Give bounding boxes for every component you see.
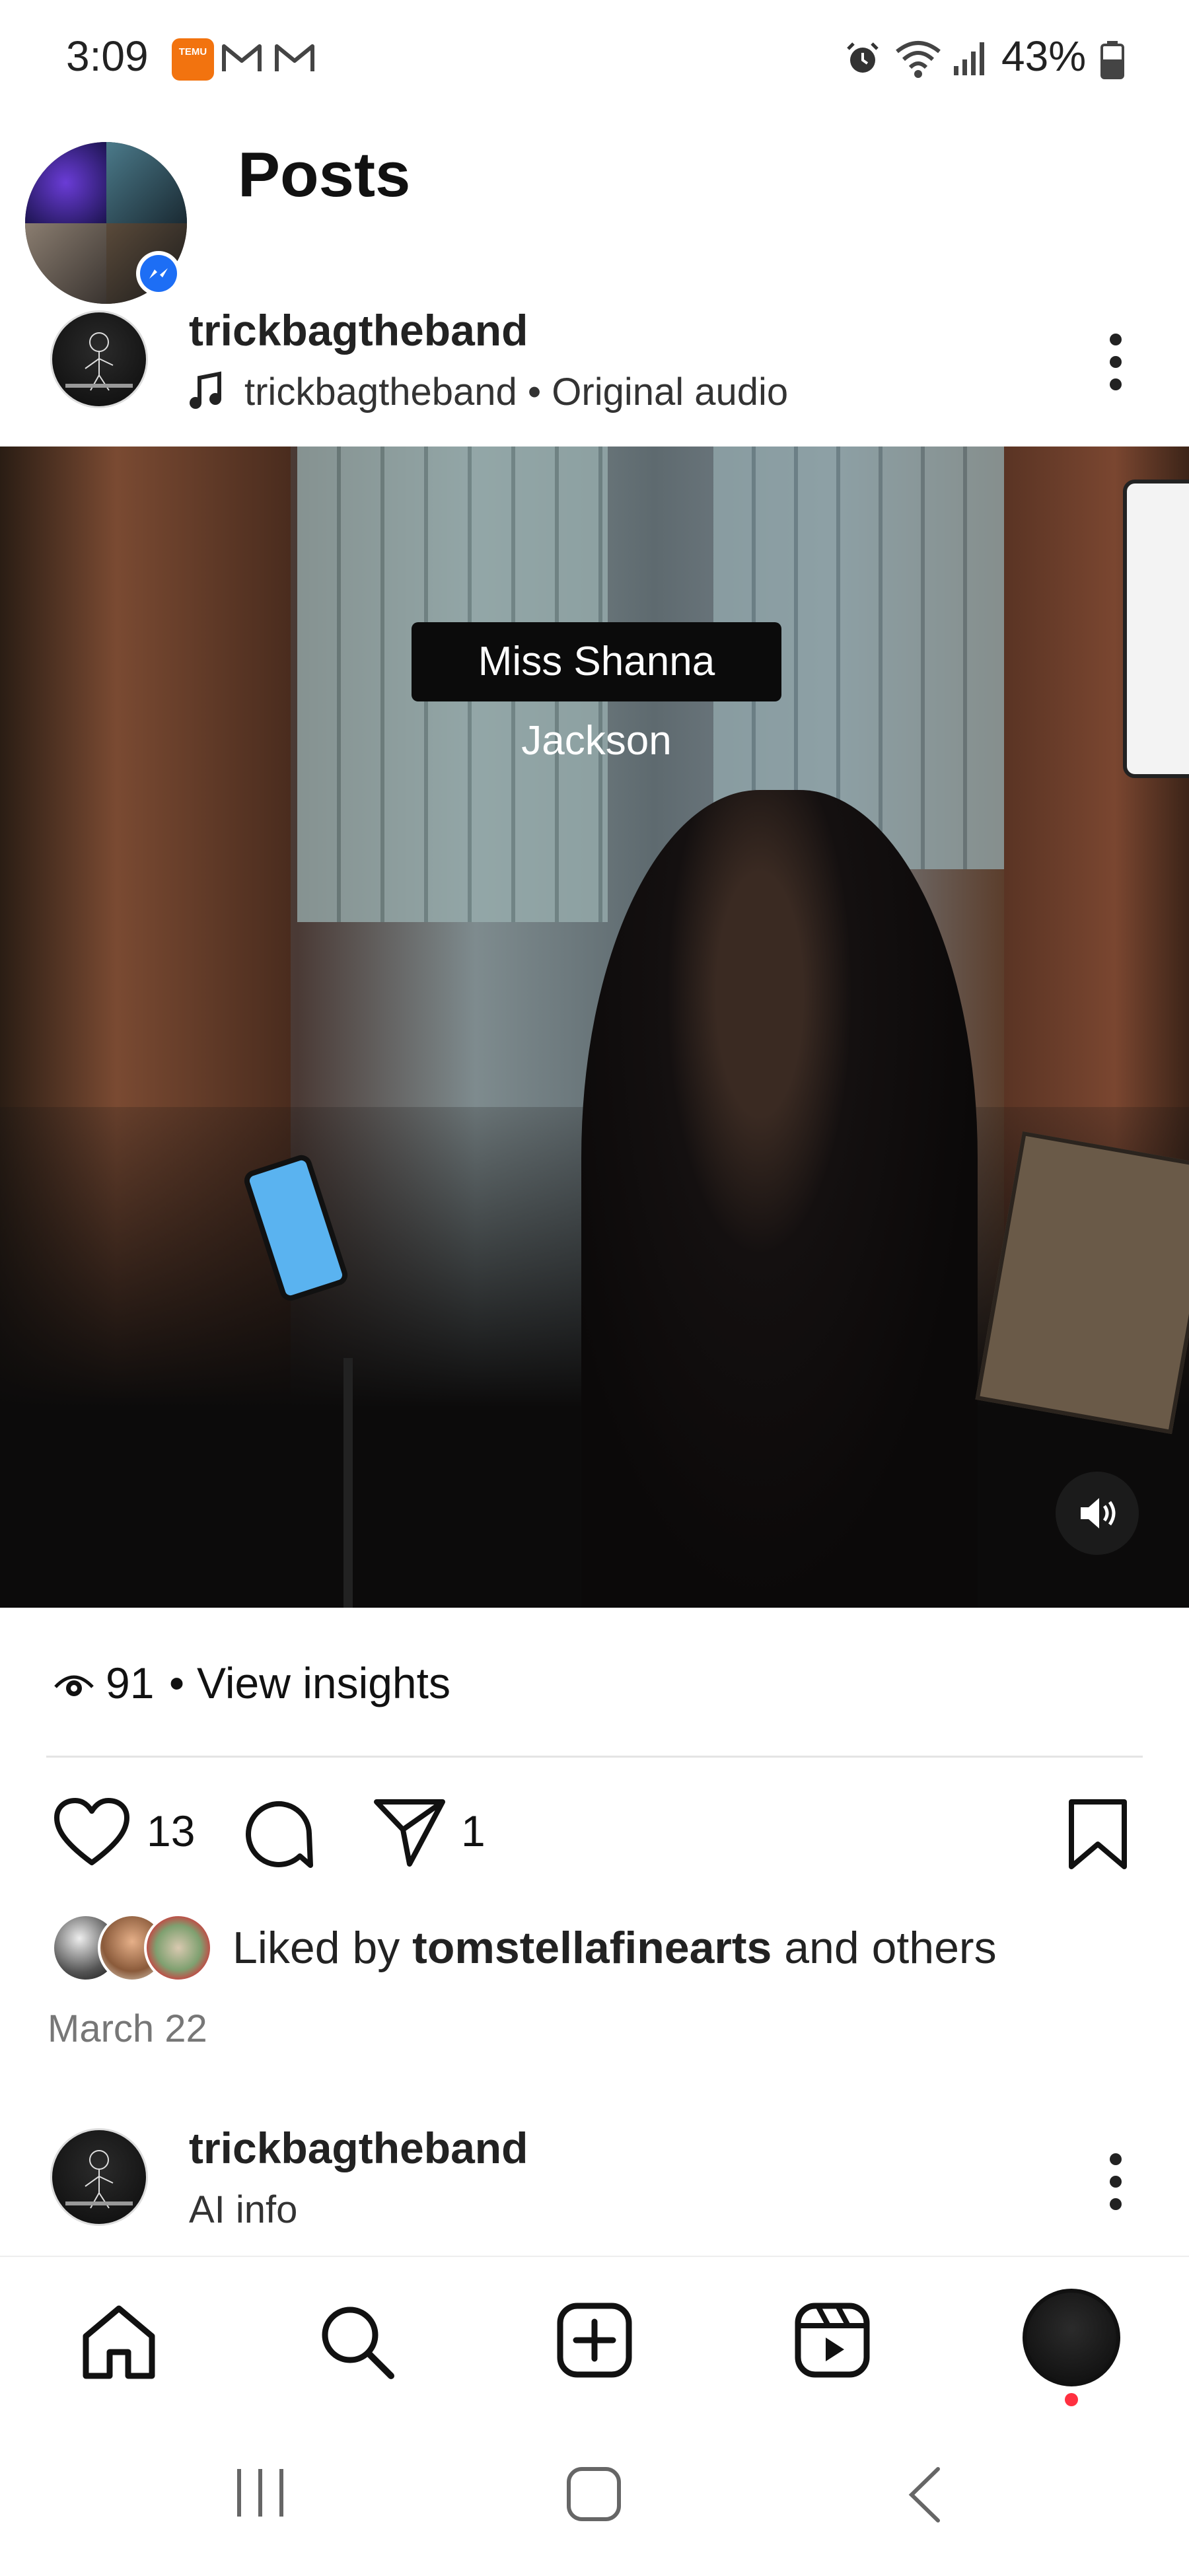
page-title: Posts: [238, 139, 411, 210]
post-username[interactable]: trickbagtheband: [189, 305, 528, 355]
battery-percent: 43%: [1001, 32, 1087, 80]
view-insights-link[interactable]: View insights: [197, 1658, 450, 1708]
wifi-icon: [896, 41, 941, 78]
post-date: March 22: [48, 2007, 207, 2050]
gmail-icon: [222, 44, 262, 71]
liked-by-prefix: Liked by: [233, 1923, 413, 1973]
notification-dot: [1065, 2393, 1078, 2406]
profile-avatar[interactable]: [1023, 2289, 1120, 2386]
shares-count[interactable]: 1: [461, 1806, 486, 1856]
status-bar: 3:09 TEMU 43%: [0, 0, 1189, 112]
liked-by-suffix: and others: [772, 1923, 997, 1973]
gmail-icon: [275, 44, 314, 71]
battery-icon: [1100, 41, 1124, 79]
music-note-icon: [190, 371, 221, 409]
volume-icon: [1081, 1498, 1116, 1528]
reels-icon[interactable]: [794, 2302, 871, 2379]
next-post-username[interactable]: trickbagtheband: [189, 2123, 528, 2173]
comment-icon[interactable]: [239, 1794, 318, 1873]
liked-by-user[interactable]: tomstellafinearts: [412, 1923, 772, 1973]
post-video[interactable]: [0, 447, 1189, 1608]
system-navigation-bar: [0, 2411, 1189, 2576]
post-author-avatar[interactable]: [50, 310, 148, 408]
volume-button[interactable]: [1056, 1472, 1139, 1555]
band-logo-icon: [65, 332, 133, 391]
ai-info-label[interactable]: AI info: [189, 2188, 297, 2232]
eye-icon: [54, 1675, 94, 1696]
liker-avatar: [144, 1914, 213, 1982]
more-options-icon[interactable]: [1110, 334, 1123, 401]
insights-separator: •: [169, 1659, 185, 1707]
home-button-icon[interactable]: [565, 2465, 624, 2524]
video-caption-overlay: Miss Shanna Jackson: [412, 622, 781, 764]
audio-label[interactable]: trickbagtheband • Original audio: [244, 370, 788, 414]
band-logo-icon: [65, 2150, 133, 2209]
status-time: 3:09: [66, 32, 149, 80]
liked-by-text[interactable]: Liked by tomstellafinearts and others: [233, 1922, 997, 1974]
next-post-author-avatar[interactable]: [50, 2128, 148, 2226]
back-icon[interactable]: [905, 2465, 945, 2524]
messenger-badge-icon: [136, 251, 181, 296]
create-icon[interactable]: [556, 2302, 633, 2379]
home-icon[interactable]: [79, 2303, 159, 2381]
signal-icon: [954, 42, 984, 75]
views-count: 91: [106, 1659, 155, 1707]
likes-count[interactable]: 13: [147, 1806, 195, 1856]
bottom-navigation: [0, 2256, 1189, 2415]
temu-icon: TEMU: [172, 38, 214, 81]
save-bookmark-icon[interactable]: [1066, 1798, 1130, 1871]
recents-icon[interactable]: [233, 2465, 288, 2521]
alarm-icon: [847, 42, 879, 73]
like-heart-icon[interactable]: [52, 1797, 132, 1869]
share-icon[interactable]: [371, 1795, 448, 1869]
more-options-icon[interactable]: [1110, 2153, 1123, 2221]
divider: [46, 1756, 1143, 1758]
search-icon[interactable]: [317, 2302, 396, 2381]
